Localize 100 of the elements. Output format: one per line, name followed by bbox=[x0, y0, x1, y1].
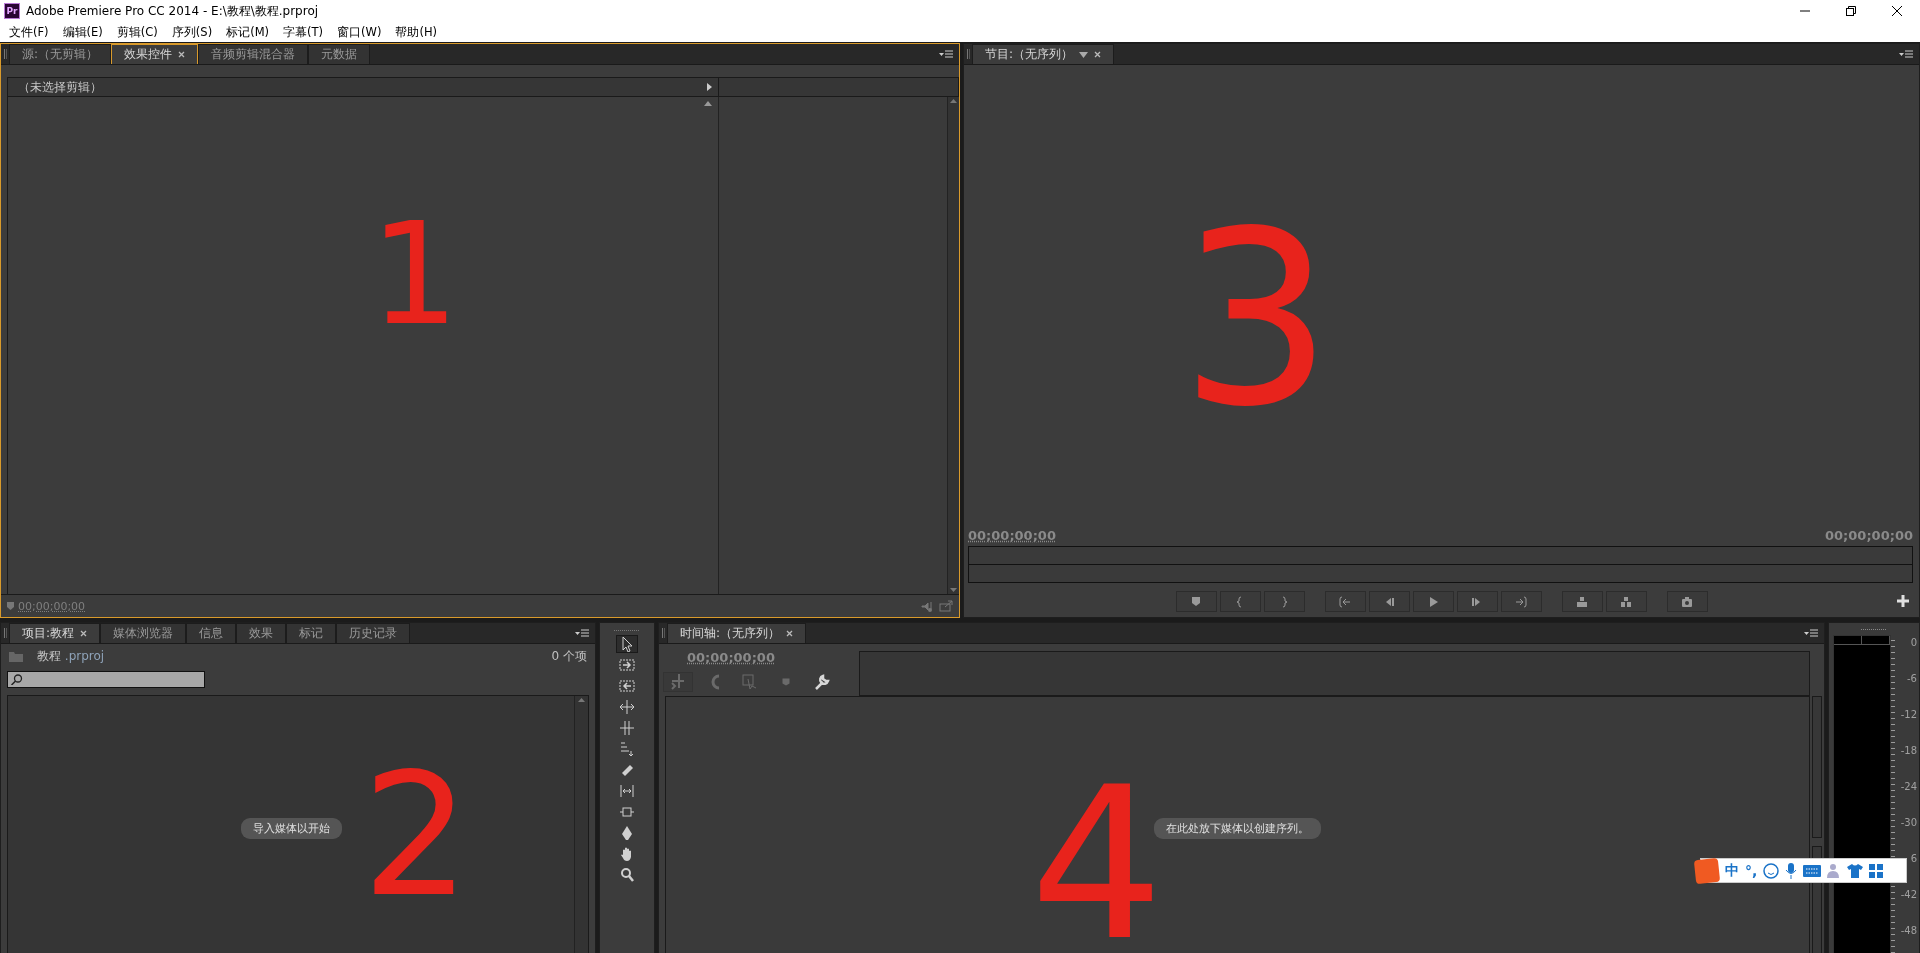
menu-item[interactable]: 标记(M) bbox=[219, 24, 277, 40]
item-count: 0 个项 bbox=[551, 647, 587, 665]
step-back-button[interactable] bbox=[1368, 591, 1410, 612]
file-extension: .prproj bbox=[64, 648, 105, 663]
panel-tab[interactable]: 效果控件 bbox=[111, 44, 199, 64]
meter-label: -48 bbox=[1899, 925, 1918, 938]
go-to-out-icon bbox=[1515, 595, 1527, 608]
panel-tab[interactable]: 信息 bbox=[186, 623, 237, 643]
scroll-up-icon bbox=[704, 101, 712, 106]
camera-button[interactable] bbox=[1666, 591, 1708, 612]
menu-item[interactable]: 序列(S) bbox=[164, 24, 220, 40]
scroll-up-icon bbox=[950, 99, 957, 103]
play-icon bbox=[1427, 595, 1439, 608]
menu-item[interactable]: 字幕(T) bbox=[276, 24, 331, 40]
export-icon bbox=[939, 600, 953, 612]
scrollbar[interactable] bbox=[574, 696, 588, 953]
camera-icon bbox=[1681, 595, 1693, 608]
meter-label: -30 bbox=[1899, 817, 1918, 830]
grip-icon bbox=[614, 629, 640, 632]
menu-item[interactable]: 帮助(H) bbox=[388, 24, 445, 40]
panel-menu-icon bbox=[1804, 628, 1818, 638]
wrench-icon bbox=[814, 674, 830, 690]
meter-label: -6 bbox=[1906, 673, 1918, 686]
marker-icon bbox=[7, 602, 14, 610]
panel-tab[interactable]: 历史记录 bbox=[336, 623, 411, 643]
lift-button[interactable] bbox=[1561, 591, 1603, 612]
snap-insert-icon bbox=[670, 674, 686, 690]
meter-label: -24 bbox=[1899, 781, 1918, 794]
scrollbar[interactable] bbox=[1810, 696, 1824, 953]
forward-select-tool[interactable] bbox=[616, 656, 638, 674]
meter-label: -42 bbox=[1899, 889, 1918, 902]
arrow-cursor-icon bbox=[619, 636, 635, 652]
menu-item[interactable]: 编辑(E) bbox=[55, 24, 110, 40]
backward-select-tool[interactable] bbox=[616, 677, 638, 695]
panel-tab[interactable]: 标记 bbox=[286, 623, 337, 643]
panel-tab[interactable]: 源:（无剪辑） bbox=[9, 44, 112, 64]
playhead-timecode[interactable]: 00;00;00;00 bbox=[968, 528, 1056, 543]
close-icon bbox=[1892, 6, 1902, 16]
timecode[interactable]: 00;00;00;00 bbox=[687, 650, 775, 665]
handwritten-number: 1 bbox=[370, 205, 460, 345]
go-to-out-button[interactable] bbox=[1500, 591, 1542, 612]
close-icon bbox=[786, 630, 794, 637]
forward-select-icon bbox=[619, 657, 635, 673]
panel-tab[interactable]: 效果 bbox=[236, 623, 287, 643]
scroll-up-icon bbox=[578, 698, 585, 702]
panel-tab[interactable]: 时间轴:（无序列） bbox=[667, 623, 807, 643]
timecode[interactable]: 00;00;00;00 bbox=[18, 599, 86, 613]
scrollbar[interactable] bbox=[947, 97, 959, 594]
project-name: 教程 bbox=[37, 648, 61, 663]
menu-item[interactable]: 文件(F) bbox=[2, 24, 56, 40]
panel-menu-icon bbox=[1899, 49, 1913, 59]
extract-icon bbox=[1620, 595, 1632, 608]
expand-arrow-icon bbox=[707, 83, 712, 91]
person-icon bbox=[1827, 862, 1842, 879]
restore-icon bbox=[1846, 6, 1856, 16]
panel-tab[interactable]: 音频剪辑混合器 bbox=[198, 44, 309, 64]
panel-menu-icon bbox=[939, 49, 953, 59]
shirt-icon bbox=[1847, 863, 1864, 878]
go-to-in-button[interactable] bbox=[1324, 591, 1366, 612]
arrow-cursor-tool[interactable] bbox=[616, 635, 638, 653]
search-icon bbox=[11, 674, 23, 685]
panel-tab[interactable]: 节目:（无序列） bbox=[972, 44, 1115, 64]
grip-icon bbox=[1861, 627, 1887, 631]
meter-label: -12 bbox=[1899, 709, 1918, 722]
grip-icon bbox=[966, 49, 970, 59]
keyboard-icon bbox=[1803, 864, 1822, 877]
marker-button[interactable] bbox=[1175, 591, 1217, 612]
dropdown-icon bbox=[1079, 51, 1089, 58]
slide-icon bbox=[619, 804, 635, 820]
marker-icon bbox=[782, 678, 790, 686]
grip-icon bbox=[3, 628, 7, 638]
panel-tab[interactable]: 媒体浏览器 bbox=[100, 623, 187, 643]
hint-bubble: 在此处放下媒体以创建序列。 bbox=[1154, 818, 1321, 839]
slip-icon bbox=[619, 783, 635, 799]
duration-timecode: 00;00;00;00 bbox=[1825, 528, 1913, 543]
rate-stretch-icon bbox=[619, 741, 635, 757]
search-field[interactable] bbox=[7, 671, 205, 688]
clip-header: （未选择剪辑） bbox=[7, 77, 719, 97]
play-button[interactable] bbox=[1412, 591, 1454, 612]
panel-tab[interactable]: 元数据 bbox=[308, 44, 371, 64]
menu-item[interactable]: 剪辑(C) bbox=[109, 24, 165, 40]
folder-icon bbox=[9, 650, 23, 662]
rolling-edit-icon bbox=[619, 720, 635, 736]
close-icon bbox=[1094, 51, 1102, 58]
panel-tab[interactable]: 项目:教程 bbox=[9, 623, 101, 643]
input-mode[interactable]: 中 bbox=[1725, 861, 1739, 880]
handwritten-number: 3 bbox=[1180, 200, 1333, 440]
backward-select-icon bbox=[619, 678, 635, 694]
grip-icon bbox=[3, 49, 7, 59]
panel-menu-icon bbox=[575, 628, 589, 638]
close-icon bbox=[178, 51, 186, 58]
meter-label: 6 bbox=[1909, 853, 1918, 866]
punctuation-mode[interactable]: °, bbox=[1745, 862, 1758, 879]
menu-item[interactable]: 窗口(W) bbox=[330, 24, 389, 40]
plus-icon bbox=[1897, 595, 1909, 607]
handwritten-number: 2 bbox=[362, 750, 471, 920]
step-forward-button[interactable] bbox=[1456, 591, 1498, 612]
hint-bubble: 导入媒体以开始 bbox=[240, 817, 342, 839]
scroll-down-icon bbox=[950, 588, 957, 592]
extract-button[interactable] bbox=[1605, 591, 1647, 612]
